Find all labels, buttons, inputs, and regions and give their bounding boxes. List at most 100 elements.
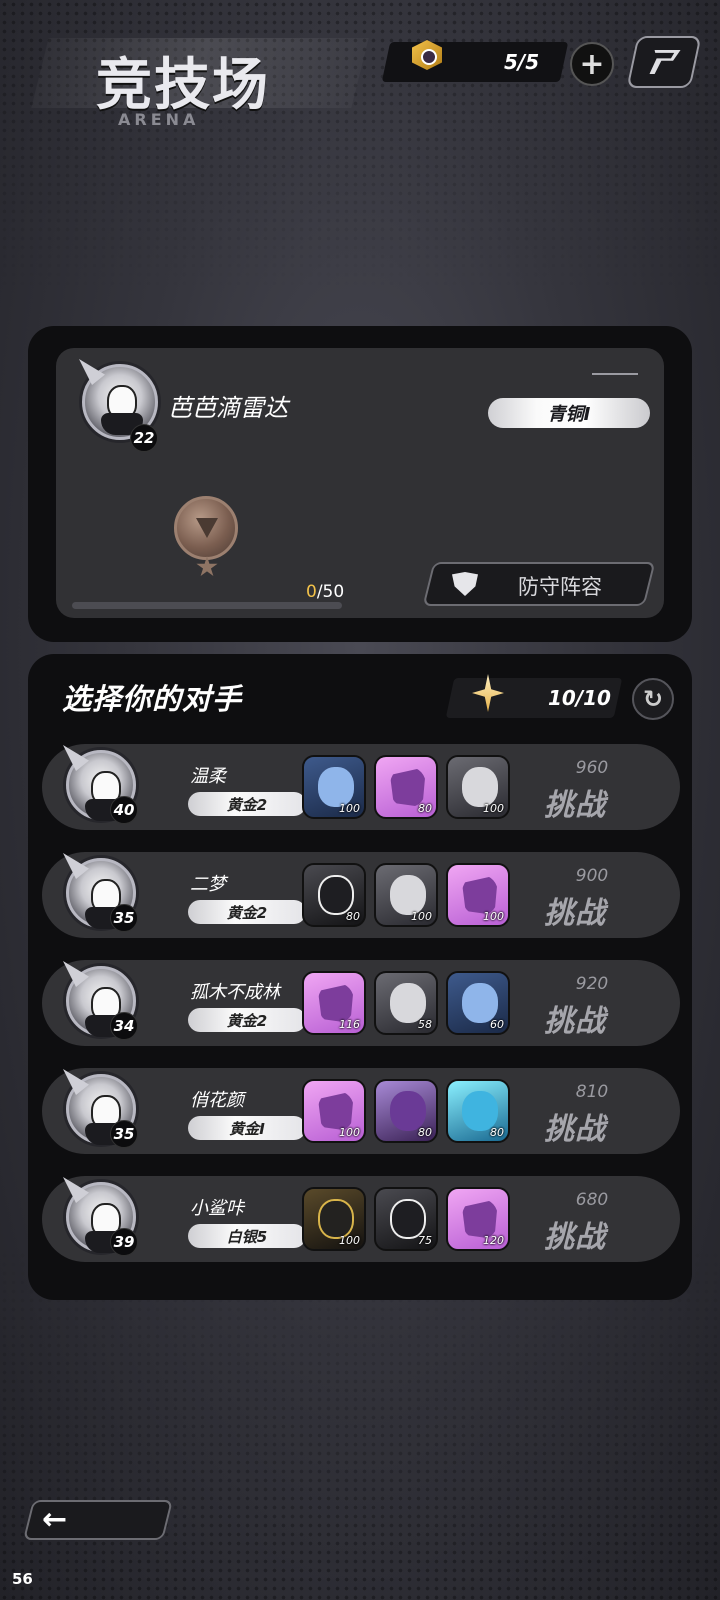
hero-level: 100 — [339, 802, 360, 815]
hero-figure — [318, 1091, 354, 1131]
challenge-button[interactable]: 挑战 — [544, 888, 606, 932]
avatar-frame-spike — [63, 1177, 89, 1203]
opponent-hero-portrait[interactable]: 100 — [302, 1187, 366, 1251]
challenge-button[interactable]: 挑战 — [544, 996, 606, 1040]
challenge-button[interactable]: 挑战 — [544, 780, 606, 824]
hero-figure — [390, 875, 426, 915]
opponent-hero-portrait[interactable]: 60 — [446, 971, 510, 1035]
flag-icon — [649, 50, 680, 74]
opponent-hero-portrait[interactable]: 80 — [374, 1079, 438, 1143]
player-level-badge: 22 — [130, 424, 158, 452]
rank-rewards-button[interactable] — [626, 36, 702, 88]
challenge-button[interactable]: 挑战 — [544, 1104, 606, 1148]
opponent-row[interactable]: 34 孤木不成林黄金2 116 58 60 920 挑战 — [42, 960, 680, 1046]
opponent-row[interactable]: 35 二梦黄金2 80 100 100 900 挑战 — [42, 852, 680, 938]
opponent-row[interactable]: 35 俏花颜 黄金I 100 80 80 810 挑战 — [42, 1068, 680, 1154]
opponent-hero-portrait[interactable]: 120 — [446, 1187, 510, 1251]
hero-figure — [390, 767, 426, 807]
opponent-row[interactable]: 39 小鲨咔白银5 100 75 120 680 挑战 — [42, 1176, 680, 1262]
opponent-name: 小鲨咔 — [190, 1198, 244, 1219]
hero-figure — [462, 767, 498, 807]
hero-figure — [318, 983, 354, 1023]
ticket-count: 5/5 — [504, 50, 540, 74]
hero-level: 75 — [418, 1234, 432, 1247]
hero-figure — [390, 1199, 426, 1239]
hero-level: 100 — [339, 1126, 360, 1139]
refresh-opponents-button[interactable]: ↻ — [632, 678, 674, 720]
challenge-button[interactable]: 挑战 — [544, 1212, 606, 1256]
hero-level: 60 — [490, 1018, 504, 1031]
hero-level: 116 — [339, 1018, 360, 1031]
ticket-counter — [381, 42, 569, 82]
hero-figure — [462, 875, 498, 915]
opponent-hero-portrait[interactable]: 100 — [302, 755, 366, 819]
refresh-count: 10/10 — [548, 686, 611, 710]
hero-level: 100 — [483, 910, 504, 923]
opponent-score: 920 — [575, 974, 609, 994]
opponent-row[interactable]: 40 温柔 黄金2 100 80 100 960 挑战 — [42, 744, 680, 830]
hero-level: 100 — [483, 802, 504, 815]
opponent-hero-portrait[interactable]: 116 — [302, 971, 366, 1035]
opponent-name: 二梦 — [190, 874, 226, 895]
page-subtitle: ARENA — [118, 110, 200, 129]
hero-figure — [318, 875, 354, 915]
opponent-rank-badge: 白银5 — [188, 1224, 306, 1248]
opponent-level-badge: 39 — [110, 1228, 138, 1256]
hero-figure — [462, 1199, 498, 1239]
opponent-hero-portrait[interactable]: 100 — [374, 863, 438, 927]
plus-icon: + — [579, 46, 605, 82]
opponent-hero-portrait[interactable]: 100 — [446, 755, 510, 819]
hero-figure — [390, 983, 426, 1023]
rank-points-current: 0 — [306, 582, 317, 602]
hero-level: 80 — [418, 1126, 432, 1139]
opponent-score: 900 — [575, 866, 609, 886]
hero-level: 80 — [490, 1126, 504, 1139]
opponent-hero-portrait[interactable]: 80 — [374, 755, 438, 819]
opponent-hero-portrait[interactable]: 80 — [302, 863, 366, 927]
bronze-rank-medal-icon — [174, 496, 238, 560]
opponent-rank-badge: 黄金2 — [188, 1008, 306, 1032]
avatar-frame-spike — [63, 853, 89, 879]
page-title: 竞技场 — [96, 53, 270, 118]
avatar-frame-spike — [63, 1069, 89, 1095]
opponent-rank-badge: 黄金I — [188, 1116, 306, 1140]
hero-level: 80 — [418, 802, 432, 815]
add-ticket-button[interactable]: + — [570, 42, 614, 86]
opponent-rank-badge: 黄金2 — [188, 900, 306, 924]
hero-level: 100 — [411, 910, 432, 923]
rank-divider — [592, 373, 638, 375]
player-name: 芭芭滴雷达 — [168, 394, 288, 422]
rank-points-max: /50 — [316, 582, 345, 602]
opponent-hero-portrait[interactable]: 100 — [446, 863, 510, 927]
fps-counter: 56 — [12, 1570, 33, 1588]
hero-figure — [318, 1199, 354, 1239]
opponent-hero-portrait[interactable]: 100 — [302, 1079, 366, 1143]
opponent-name: 孤木不成林 — [190, 982, 280, 1003]
opponent-score: 960 — [575, 758, 609, 778]
hero-level: 80 — [346, 910, 360, 923]
opponent-level-badge: 34 — [110, 1012, 138, 1040]
opponent-hero-portrait[interactable]: 58 — [374, 971, 438, 1035]
rank-progress-text: 0/50 — [306, 582, 344, 602]
hero-figure — [462, 1091, 498, 1131]
opponent-rank-badge: 黄金2 — [188, 792, 306, 816]
refresh-icon: ↻ — [642, 685, 664, 713]
hero-level: 120 — [483, 1234, 504, 1247]
medal-emblem — [196, 518, 218, 538]
opponent-hero-portrait[interactable]: 80 — [446, 1079, 510, 1143]
opponent-score: 810 — [575, 1082, 609, 1102]
hero-figure — [462, 983, 498, 1023]
opponent-score: 680 — [575, 1190, 609, 1210]
defense-lineup-label: 防守阵容 — [518, 575, 602, 599]
opponent-level-badge: 35 — [110, 904, 138, 932]
opponent-name: 俏花颜 — [190, 1090, 244, 1111]
player-rank-badge: 青铜I — [488, 398, 650, 428]
hero-level: 100 — [339, 1234, 360, 1247]
opponent-hero-portrait[interactable]: 75 — [374, 1187, 438, 1251]
hero-figure — [318, 767, 354, 807]
hero-figure — [390, 1091, 426, 1131]
back-arrow-icon: ← — [42, 1502, 68, 1537]
opponent-name: 温柔 — [190, 766, 226, 787]
hero-level: 58 — [418, 1018, 432, 1031]
rank-progress-bar — [72, 602, 342, 609]
